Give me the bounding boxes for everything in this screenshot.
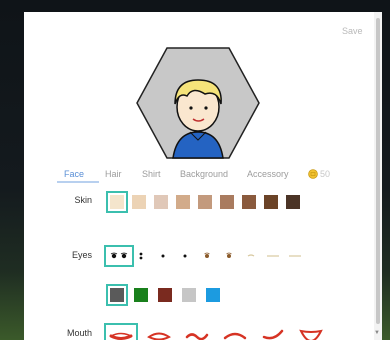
skin-swatch[interactable]	[220, 195, 234, 209]
mouth-option[interactable]	[104, 323, 138, 340]
skin-swatch[interactable]	[106, 191, 128, 213]
mouth-option[interactable]	[298, 327, 324, 340]
tab-face[interactable]: Face	[64, 169, 84, 179]
mouth-label: Mouth	[66, 328, 92, 338]
scrollbar-thumb[interactable]	[376, 18, 380, 324]
scroll-down-arrow-icon[interactable]: ▼	[374, 330, 380, 336]
eye-option[interactable]	[284, 249, 306, 263]
eye-color-swatch[interactable]	[206, 288, 220, 302]
mouth-option[interactable]	[184, 327, 210, 340]
eye-option[interactable]	[152, 249, 174, 263]
eye-color-swatch[interactable]	[158, 288, 172, 302]
skin-swatch[interactable]	[242, 195, 256, 209]
coin-icon	[308, 169, 318, 179]
skin-swatch[interactable]	[264, 195, 278, 209]
skin-label: Skin	[74, 195, 92, 205]
tab-shirt[interactable]: Shirt	[142, 169, 161, 179]
avatar-editor-panel: Save Face Hair Shirt Background Accessor…	[24, 12, 382, 340]
skin-swatch[interactable]	[176, 195, 190, 209]
eye-option[interactable]	[240, 249, 262, 263]
mouth-option[interactable]	[260, 327, 286, 340]
eye-option[interactable]	[262, 249, 284, 263]
coin-balance: 50	[320, 169, 331, 179]
eye-option[interactable]	[104, 245, 134, 267]
tab-hair[interactable]: Hair	[105, 169, 122, 179]
skin-swatch[interactable]	[286, 195, 300, 209]
eye-option[interactable]	[130, 249, 152, 263]
skin-swatch[interactable]	[154, 195, 168, 209]
mouth-option[interactable]	[146, 327, 172, 340]
eye-color-swatch[interactable]	[134, 288, 148, 302]
skin-swatch[interactable]	[198, 195, 212, 209]
eyes-label: Eyes	[71, 250, 92, 260]
active-tab-indicator	[57, 181, 99, 183]
tab-background[interactable]: Background	[180, 169, 228, 179]
eye-color-swatch[interactable]	[106, 284, 128, 306]
avatar-preview	[136, 47, 260, 159]
eye-option[interactable]	[196, 249, 218, 263]
tab-accessory[interactable]: Accessory	[247, 169, 289, 179]
eye-option[interactable]	[174, 249, 196, 263]
eye-color-swatch[interactable]	[182, 288, 196, 302]
save-button[interactable]: Save	[342, 26, 363, 36]
eye-option[interactable]	[218, 249, 240, 263]
skin-swatch[interactable]	[132, 195, 146, 209]
mouth-option[interactable]	[222, 327, 248, 340]
